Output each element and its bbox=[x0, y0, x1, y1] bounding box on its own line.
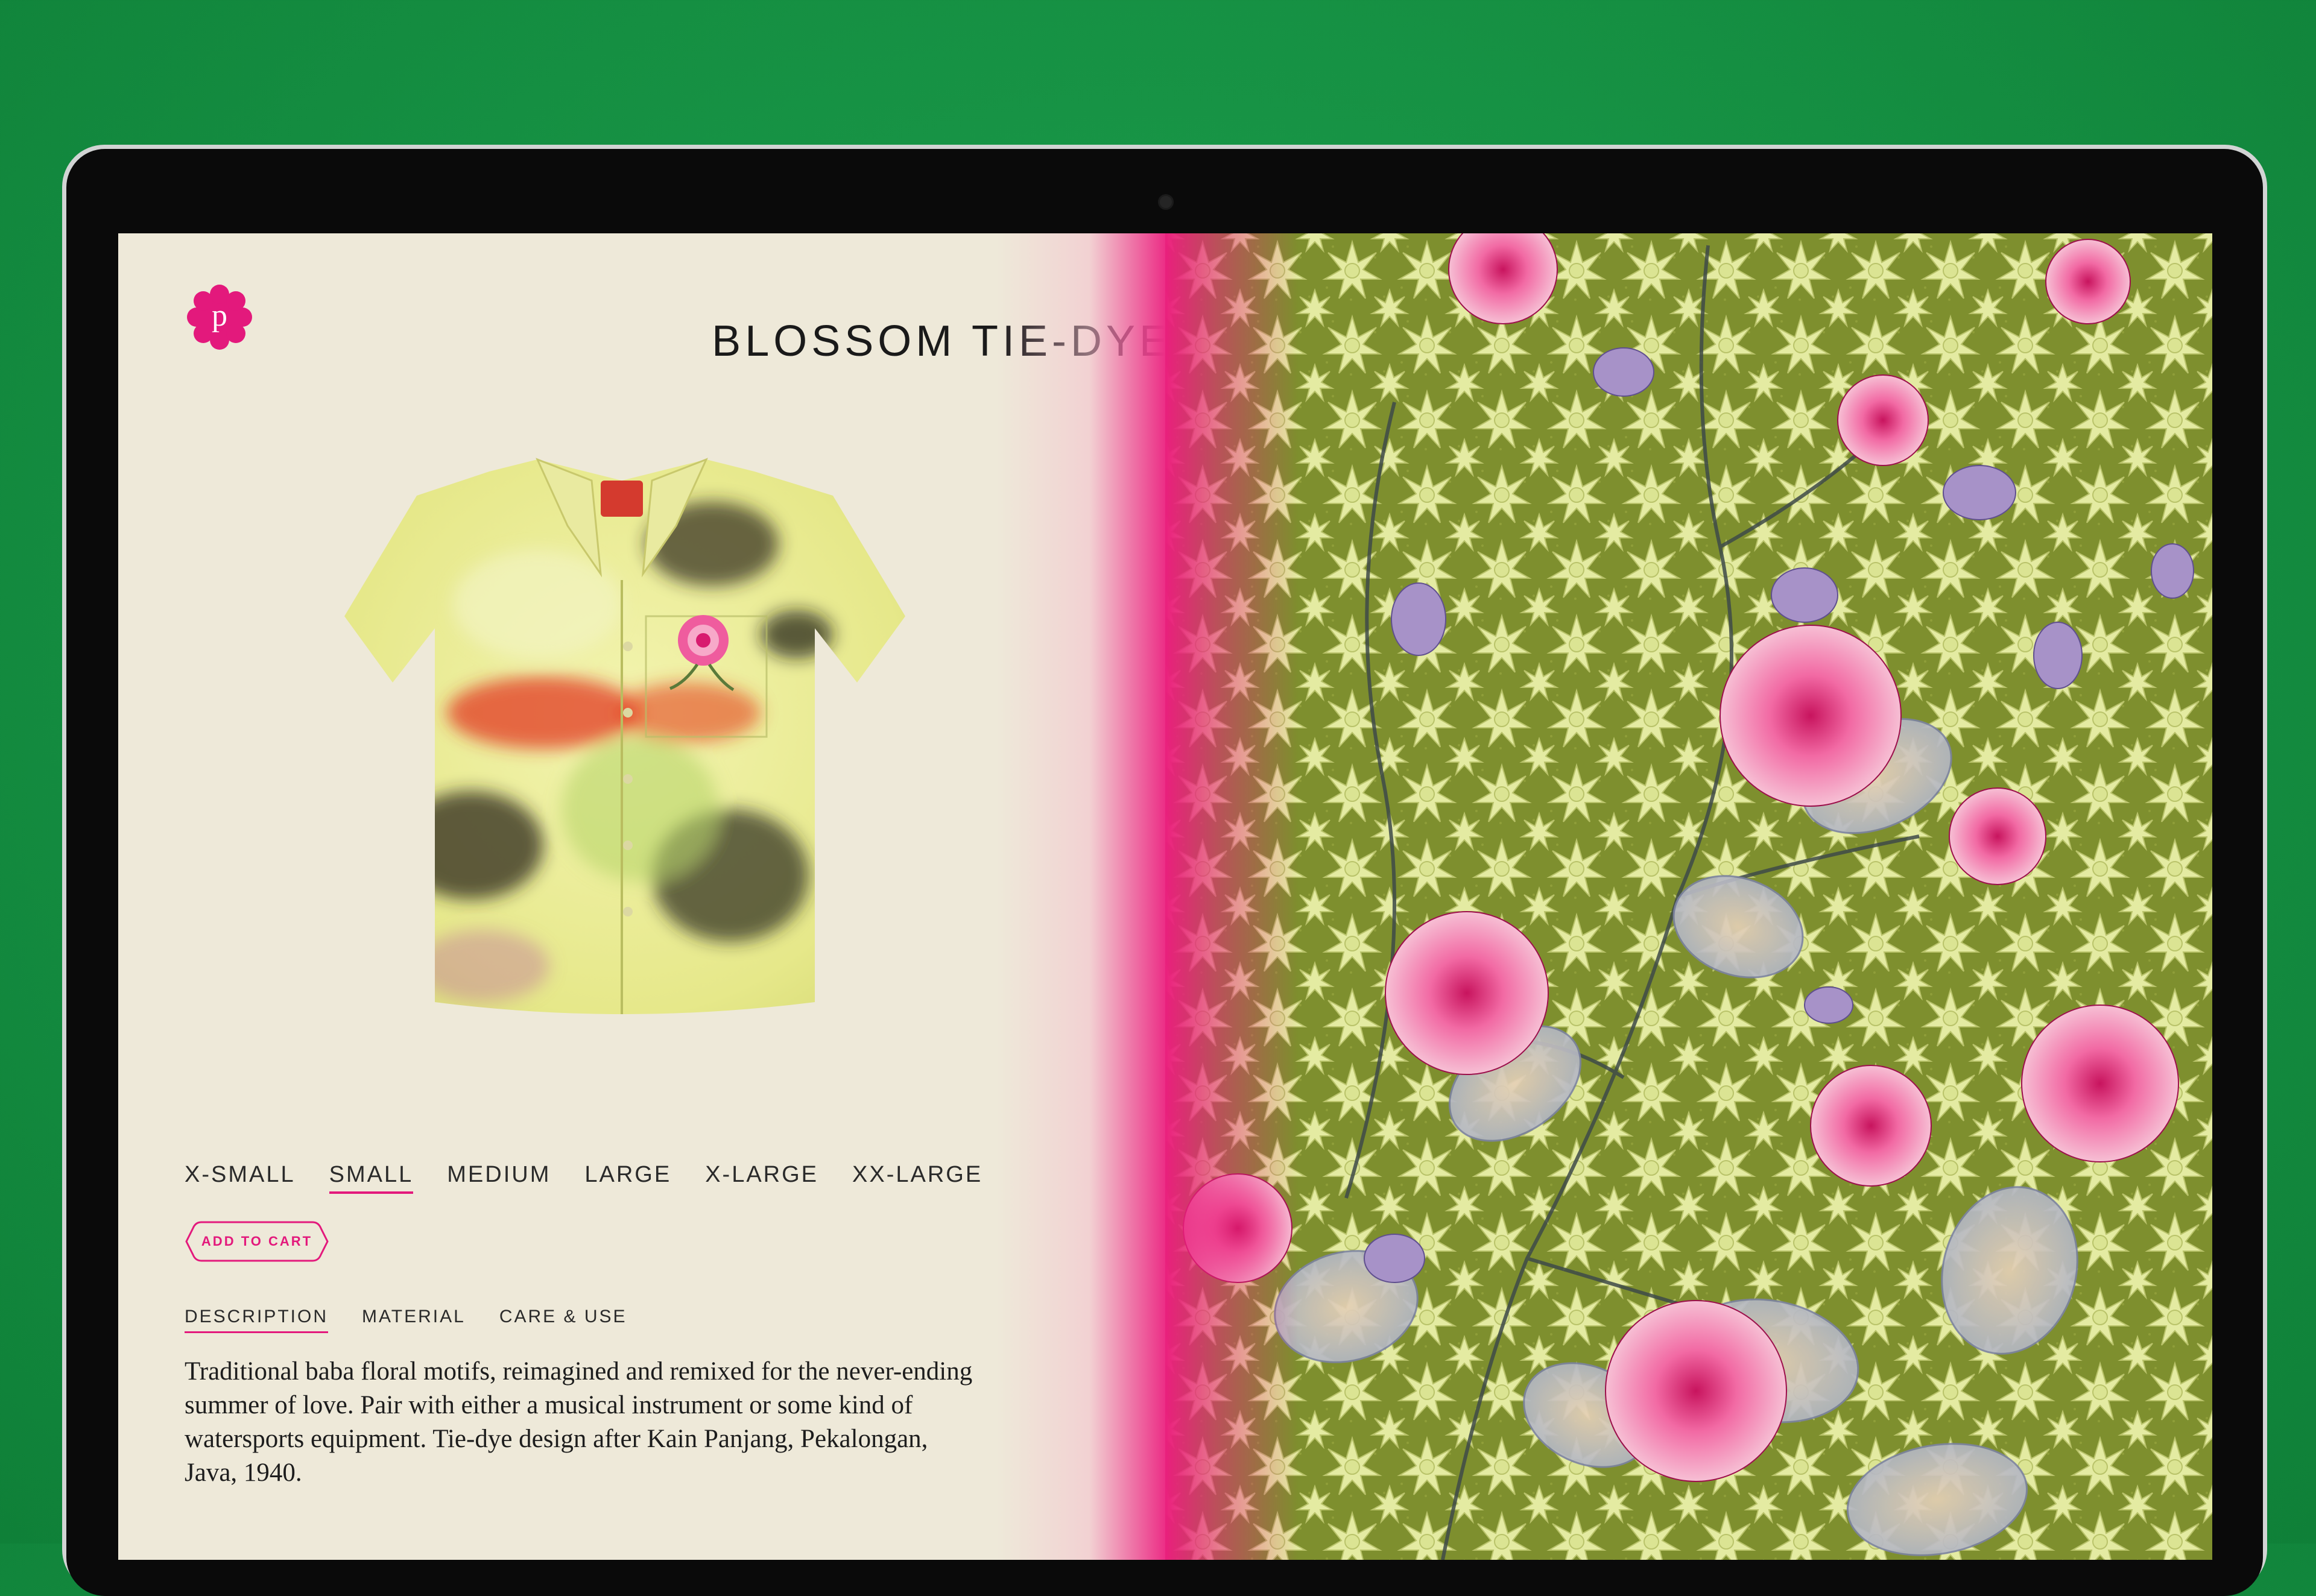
description-line: Java, 1940. bbox=[185, 1459, 302, 1487]
description-line: watersports equipment. Tie-dye design af… bbox=[185, 1425, 928, 1453]
size-option-x-large[interactable]: X-LARGE bbox=[705, 1162, 818, 1194]
screen: p BLOSSOM TIE-DYE X-SMALL SMALL MEDIUM L… bbox=[118, 233, 2212, 1560]
brand-logo[interactable]: p bbox=[187, 285, 252, 350]
size-option-small[interactable]: SMALL bbox=[329, 1162, 414, 1194]
webcam-icon bbox=[1158, 194, 1174, 210]
flower-logo-icon: p bbox=[187, 285, 252, 350]
description-line: Traditional baba floral motifs, reimagin… bbox=[185, 1357, 973, 1386]
description-line: summer of love. Pair with either a music… bbox=[185, 1391, 913, 1419]
tab-description[interactable]: DESCRIPTION bbox=[185, 1307, 329, 1333]
logo-letter: p bbox=[212, 298, 227, 333]
tab-care-and-use[interactable]: CARE & USE bbox=[499, 1307, 627, 1333]
add-to-cart-button[interactable]: ADD TO CART bbox=[185, 1220, 329, 1263]
size-option-x-small[interactable]: X-SMALL bbox=[185, 1162, 296, 1194]
product-panel: p BLOSSOM TIE-DYE X-SMALL SMALL MEDIUM L… bbox=[118, 233, 1168, 1560]
tab-material[interactable]: MATERIAL bbox=[362, 1307, 466, 1333]
product-image bbox=[254, 375, 990, 1135]
batik-pattern-image bbox=[1165, 233, 2212, 1560]
size-option-medium[interactable]: MEDIUM bbox=[447, 1162, 551, 1194]
size-selector: X-SMALL SMALL MEDIUM LARGE X-LARGE XX-LA… bbox=[185, 1162, 982, 1194]
size-option-large[interactable]: LARGE bbox=[584, 1162, 671, 1194]
size-option-xx-large[interactable]: XX-LARGE bbox=[852, 1162, 982, 1194]
divider-glow bbox=[996, 233, 1165, 1560]
info-tabs: DESCRIPTION MATERIAL CARE & USE bbox=[185, 1307, 627, 1333]
add-to-cart-label: ADD TO CART bbox=[201, 1234, 313, 1249]
pink-edge-glow bbox=[1165, 233, 1298, 1560]
